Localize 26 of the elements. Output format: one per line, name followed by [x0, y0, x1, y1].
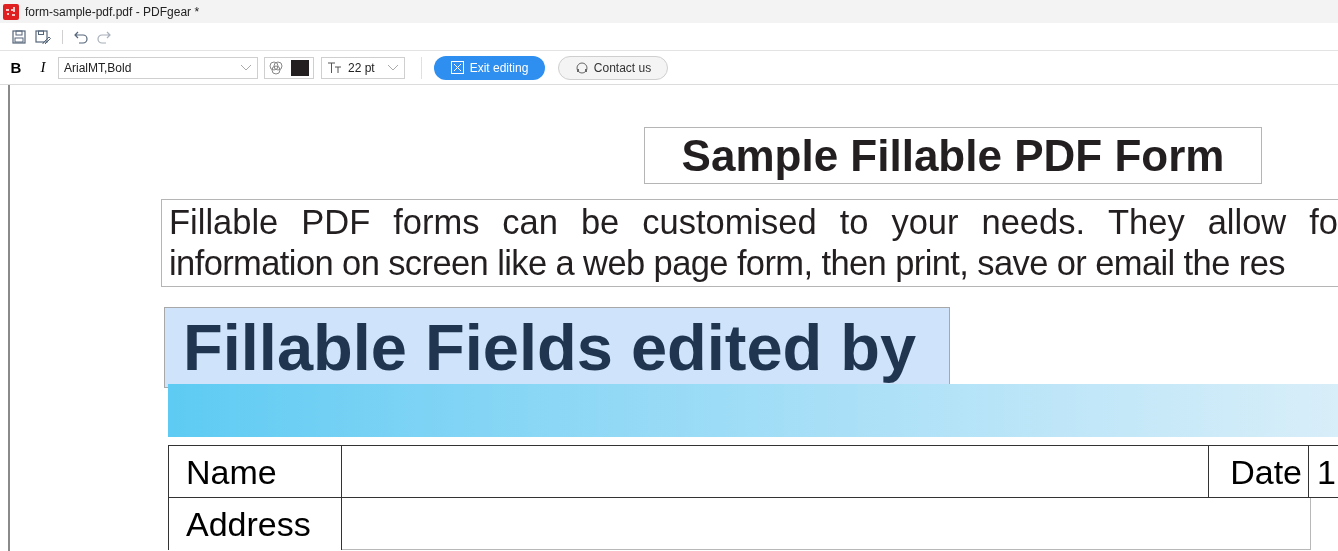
bold-button[interactable]: B [10, 60, 22, 75]
undo-icon[interactable] [74, 29, 88, 44]
document-title[interactable]: Sample Fillable PDF Form [644, 127, 1262, 184]
save-icon[interactable] [12, 29, 26, 44]
chevron-down-icon[interactable] [387, 63, 399, 72]
save-as-icon[interactable] [35, 29, 51, 44]
chevron-down-icon[interactable] [240, 63, 252, 72]
font-dropdown[interactable]: ArialMT,Bold [58, 56, 258, 79]
text-color-swatch[interactable] [291, 59, 309, 76]
font-size-icon [327, 61, 343, 74]
headset-icon [574, 60, 589, 75]
table-cell: Address [169, 498, 342, 550]
app-logo-icon [3, 3, 19, 20]
close-box-icon [450, 61, 464, 74]
form-field[interactable] [342, 498, 1311, 550]
table-cell: Name [169, 446, 342, 497]
redo-icon[interactable] [97, 29, 111, 44]
heading-text-box[interactable]: Fillable Fields edited by [164, 307, 950, 388]
table-cell-text: 1 [1316, 452, 1337, 493]
color-fill-icon[interactable] [269, 60, 283, 75]
contact-us-button[interactable]: Contact us [558, 55, 668, 80]
table-cell: Date [1209, 446, 1310, 497]
font-size-dropdown[interactable]: 22 pt [321, 56, 405, 79]
window-title: form-sample-pdf.pdf - PDFgear * [25, 3, 200, 21]
italic-button[interactable]: I [38, 60, 48, 75]
paragraph-text[interactable]: Fillable PDF forms can be customised to your needs. They allow fo information on screen like a web page form, then print, save or email the res [161, 199, 1338, 287]
